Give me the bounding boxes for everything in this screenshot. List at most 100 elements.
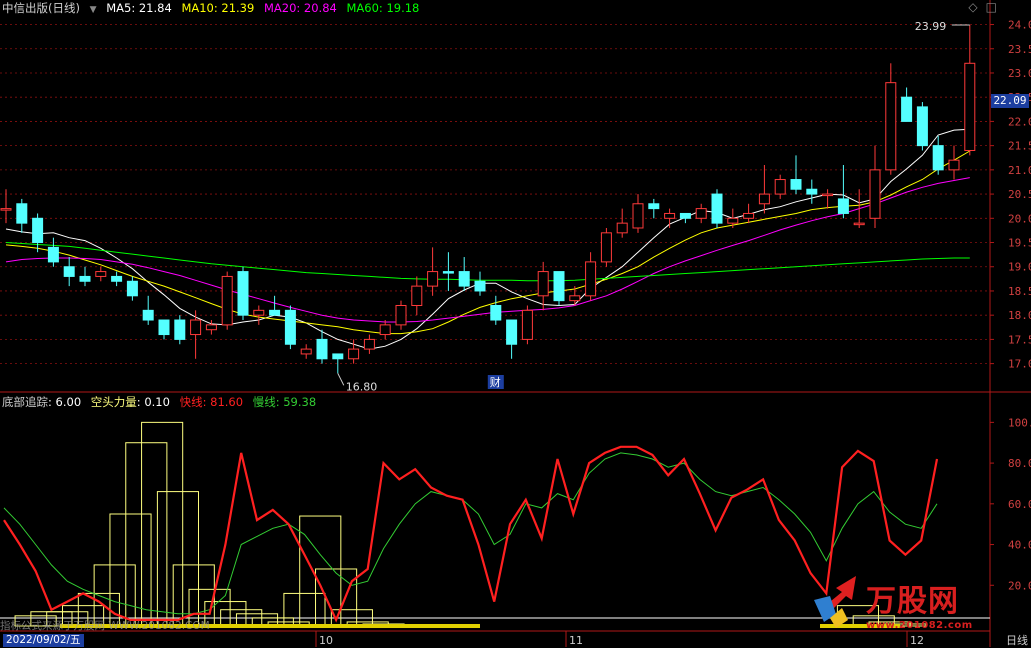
price-tick-label: 21.5 bbox=[1008, 140, 1031, 153]
candle-body bbox=[95, 271, 107, 277]
high-label: 23.99 bbox=[915, 20, 947, 33]
candle-body bbox=[837, 198, 849, 214]
indicator-name[interactable]: 底部追踪 bbox=[2, 395, 48, 409]
candle bbox=[395, 300, 407, 330]
candle bbox=[474, 271, 486, 296]
candle-body bbox=[521, 309, 533, 340]
candle-body bbox=[411, 285, 423, 306]
candle bbox=[490, 295, 502, 325]
candle-body bbox=[332, 353, 344, 360]
cursor-date-badge: 2022/09/02/五 bbox=[3, 634, 84, 647]
candle bbox=[427, 247, 439, 296]
candle bbox=[585, 252, 597, 301]
candle bbox=[300, 344, 312, 359]
candle-body bbox=[569, 295, 581, 302]
bear-label: 空头力量 bbox=[90, 395, 137, 409]
ma10-label: MA10: 21.39 bbox=[181, 1, 255, 15]
candle-body bbox=[695, 208, 707, 219]
candle-body bbox=[300, 348, 312, 355]
chevron-down-icon[interactable]: ▼ bbox=[90, 5, 97, 15]
candle-body bbox=[600, 232, 612, 263]
price-tick-label: 23.0 bbox=[1008, 67, 1031, 80]
candle bbox=[95, 266, 107, 282]
time-tick-label: 11 bbox=[569, 634, 583, 647]
indicator-tick-label: 80.00 bbox=[1008, 457, 1031, 470]
candle bbox=[790, 155, 802, 195]
candle bbox=[932, 135, 944, 175]
candle-body bbox=[0, 208, 12, 211]
slow-line bbox=[3, 452, 938, 615]
candle bbox=[727, 208, 739, 228]
candle bbox=[964, 25, 976, 156]
price-axis: 24.023.523.022.522.021.521.020.520.019.5… bbox=[990, 19, 1031, 371]
candle bbox=[948, 145, 960, 180]
candle-body bbox=[221, 275, 233, 326]
candle bbox=[79, 266, 91, 287]
candle-body bbox=[190, 319, 202, 336]
candle-body bbox=[253, 309, 265, 316]
candle bbox=[63, 257, 75, 287]
candle-body bbox=[632, 203, 644, 229]
candle-body bbox=[585, 261, 597, 297]
candle-body bbox=[727, 217, 739, 224]
candle-body bbox=[205, 324, 217, 331]
indicator-bar bbox=[283, 592, 326, 627]
ma60-label: MA60: 19.18 bbox=[346, 1, 420, 15]
candle-body bbox=[616, 222, 628, 234]
candle bbox=[284, 305, 296, 350]
candle bbox=[806, 179, 818, 204]
price-tick-label: 18.0 bbox=[1008, 309, 1031, 322]
indicator-tick-label: 60.00 bbox=[1008, 498, 1031, 511]
indicator-lines bbox=[3, 445, 939, 623]
corner-icons: ◇□ bbox=[968, 0, 1005, 14]
candle-body bbox=[743, 212, 755, 219]
stock-title[interactable]: 中信出版(日线) bbox=[2, 1, 80, 15]
fast-label: 快线 bbox=[179, 395, 203, 409]
candle-body bbox=[458, 271, 470, 287]
candle bbox=[363, 334, 375, 354]
price-header: 中信出版(日线) ▼ MA5: 21.84 MA10: 21.39 MA20: … bbox=[2, 0, 425, 16]
candlestick-series bbox=[0, 25, 976, 374]
candle-body bbox=[869, 169, 881, 219]
candle-body bbox=[679, 212, 691, 219]
candle-body bbox=[284, 309, 296, 345]
candle bbox=[600, 227, 612, 267]
candle bbox=[743, 203, 755, 224]
diamond-icon[interactable]: ◇ bbox=[968, 0, 985, 14]
candle-body bbox=[32, 217, 44, 244]
candle bbox=[174, 315, 186, 345]
candle-body bbox=[174, 319, 186, 340]
candle-body bbox=[537, 271, 549, 297]
ma5-label: MA5: 21.84 bbox=[106, 1, 172, 15]
stock-chart-canvas: 24.023.523.022.522.021.521.020.520.019.5… bbox=[0, 0, 1031, 647]
candle-body bbox=[822, 193, 834, 197]
candle bbox=[616, 208, 628, 238]
candle bbox=[632, 194, 644, 233]
candle-body bbox=[442, 271, 454, 274]
candle-body bbox=[506, 319, 518, 345]
current-price-badge: 22.09 bbox=[991, 94, 1029, 108]
indicator-axis: 100.80.0060.0040.0020.00 bbox=[990, 416, 1031, 592]
candle-body bbox=[885, 82, 897, 171]
price-tick-label: 18.5 bbox=[1008, 285, 1031, 298]
candle-body bbox=[474, 280, 486, 292]
candle bbox=[853, 189, 865, 228]
indicator-bar bbox=[156, 491, 200, 627]
candle-body bbox=[379, 324, 391, 336]
ma-line-ma60 bbox=[5, 242, 970, 282]
candle-body bbox=[16, 203, 28, 224]
candle bbox=[458, 257, 470, 291]
fast-value: : 81.60 bbox=[202, 395, 244, 409]
candle bbox=[0, 189, 12, 224]
indicator-value: : 6.00 bbox=[48, 395, 82, 409]
fullscreen-icon[interactable]: □ bbox=[986, 0, 1005, 14]
fast-line bbox=[3, 445, 939, 623]
price-tick-label: 19.0 bbox=[1008, 261, 1031, 274]
candle bbox=[837, 165, 849, 219]
price-tick-label: 20.0 bbox=[1008, 212, 1031, 225]
candle-body bbox=[711, 193, 723, 224]
candle-body bbox=[126, 280, 138, 297]
candle bbox=[316, 329, 328, 364]
bear-value: : 0.10 bbox=[136, 395, 170, 409]
watermark-text: 指标公式来源于万股网 WWW.201082.COM bbox=[0, 620, 210, 632]
